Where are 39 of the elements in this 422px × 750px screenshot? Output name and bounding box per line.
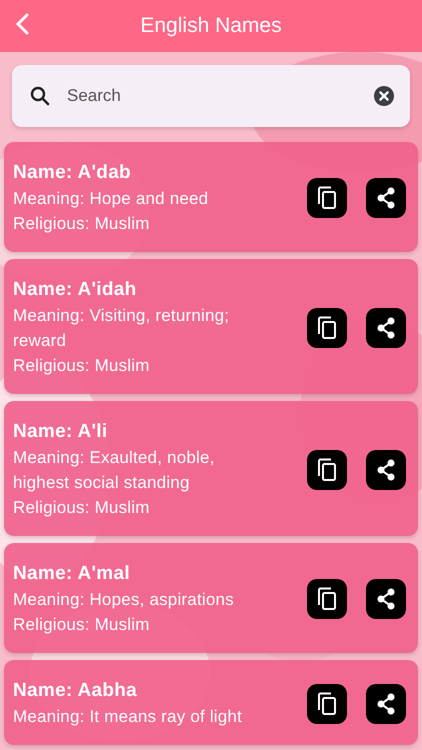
copy-button[interactable] [307,308,347,348]
page-title: English Names [140,14,282,38]
meaning-text: Meaning: Exaulted, noble, highest social standing [13,447,216,494]
copy-icon [316,587,338,611]
copy-button[interactable] [307,178,347,218]
copy-icon [316,186,338,210]
copy-icon [316,458,338,482]
name-text: Name: Aabha [13,679,138,703]
religion-text: Religious: Muslim [13,355,151,377]
share-button[interactable] [366,579,406,619]
copy-button[interactable] [307,684,347,724]
chevron-left-icon [15,13,29,35]
meaning-text: Meaning: Hope and need [13,188,210,210]
religion-text: Religious: Muslim [13,614,151,636]
share-icon [375,186,397,210]
meaning-text: Meaning: Hopes, aspirations [13,589,235,611]
copy-button[interactable] [307,579,347,619]
share-button[interactable] [366,450,406,490]
share-icon [375,692,397,716]
name-text: Name: A'idah [13,278,138,302]
name-text: Name: A'dab [13,161,132,185]
share-button[interactable] [366,684,406,724]
search-field[interactable]: Search [12,65,410,127]
share-icon [375,587,397,611]
name-text: Name: A'mal [13,562,131,586]
name-text: Name: A'li [13,420,108,444]
share-icon [375,316,397,340]
copy-icon [316,316,338,340]
share-button[interactable] [366,308,406,348]
share-icon [375,458,397,482]
meaning-text: Meaning: It means ray of light [13,706,244,728]
search-icon [30,86,50,106]
religion-text: Religious: Muslim [13,213,151,235]
meaning-text: Meaning: Visiting, returning; reward [13,305,230,352]
share-button[interactable] [366,178,406,218]
copy-button[interactable] [307,450,347,490]
religion-text: Religious: Muslim [13,497,151,519]
clear-icon[interactable] [374,86,394,106]
copy-icon [316,692,338,716]
